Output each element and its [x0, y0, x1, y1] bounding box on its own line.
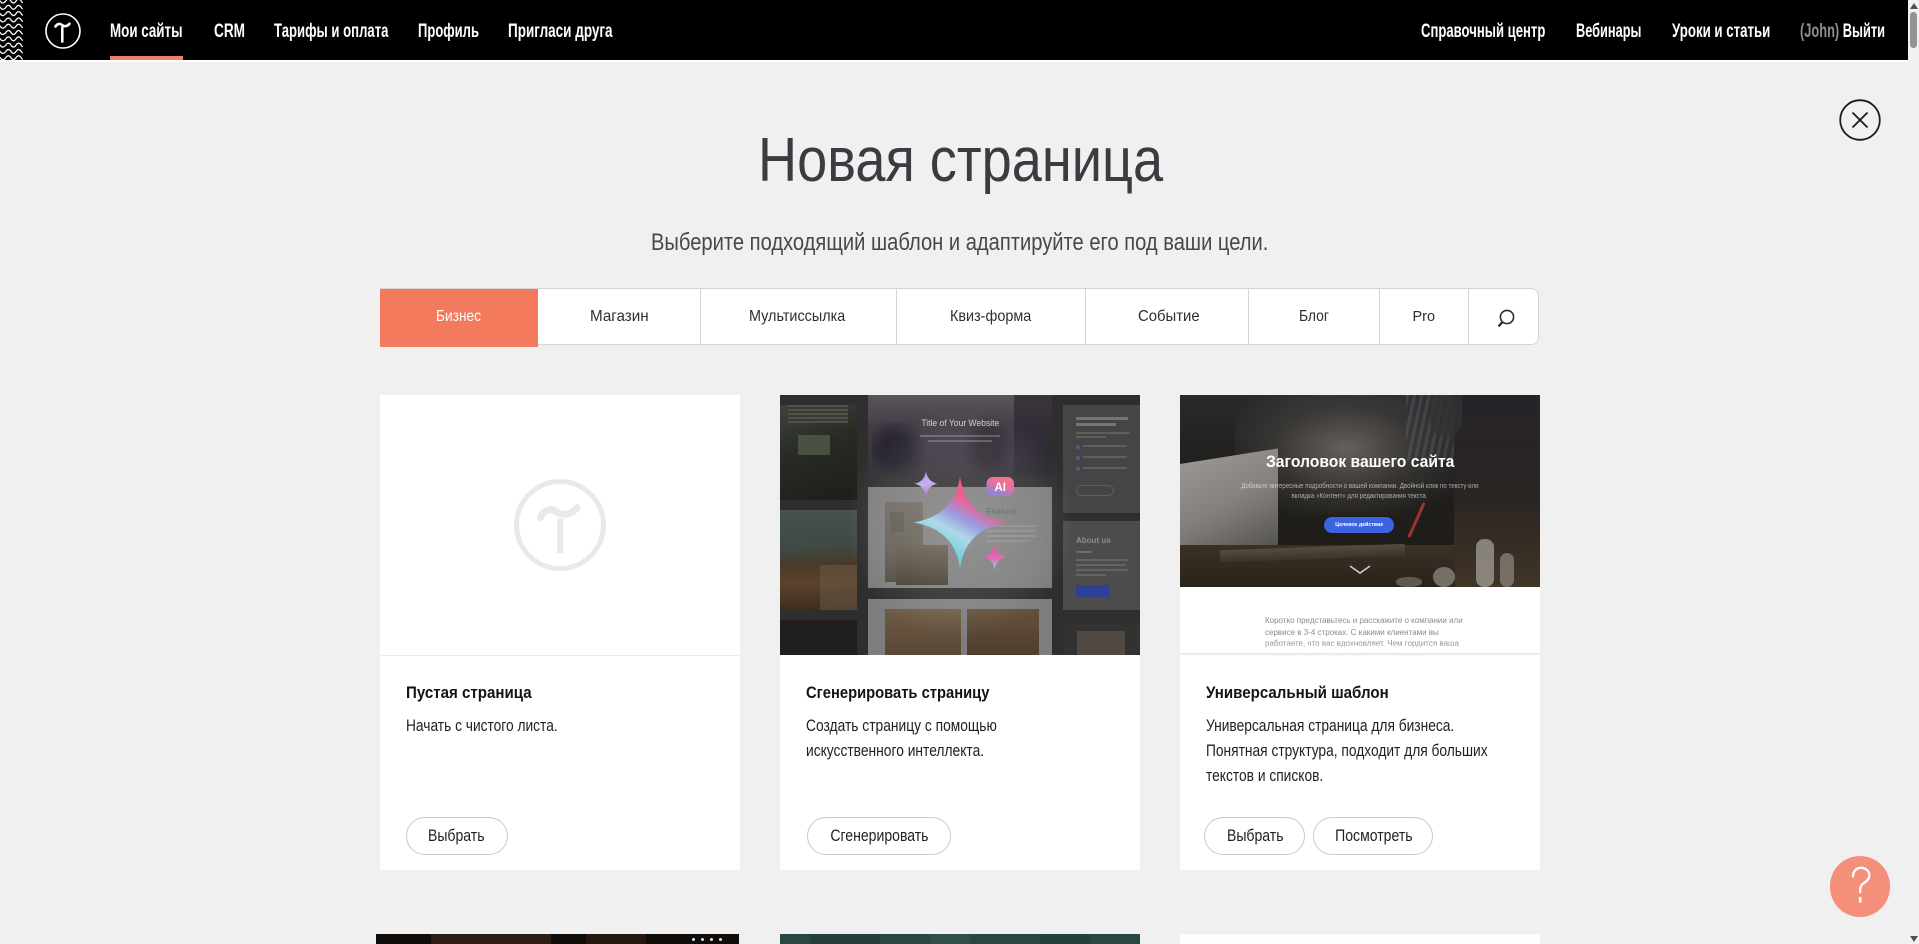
svg-text:AI: AI	[994, 482, 1006, 494]
